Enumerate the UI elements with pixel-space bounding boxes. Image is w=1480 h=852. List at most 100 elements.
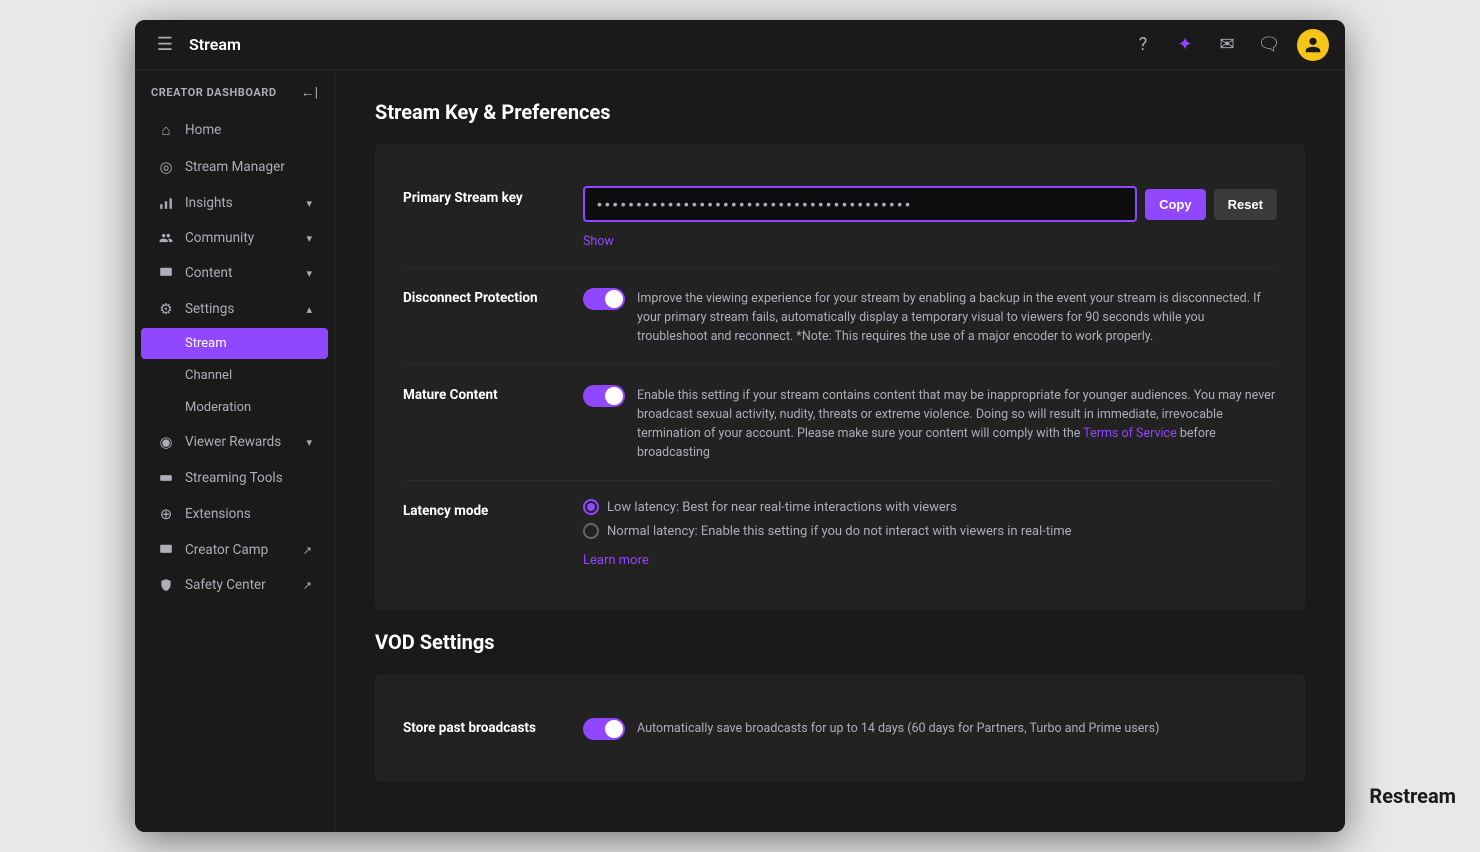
- community-icon: [157, 231, 175, 245]
- sidebar-item-label-viewer-rewards: Viewer Rewards: [185, 434, 281, 450]
- sidebar-item-content[interactable]: Content ▾: [141, 256, 328, 290]
- sidebar-subitem-label-channel: Channel: [185, 368, 232, 383]
- sidebar-item-label-settings: Settings: [185, 301, 234, 317]
- latency-mode-content: Low latency: Best for near real-time int…: [583, 499, 1277, 568]
- sidebar-item-label-insights: Insights: [185, 195, 233, 211]
- sidebar-subitem-label-stream: Stream: [185, 336, 227, 351]
- disconnect-protection-content: Improve the viewing experience for your …: [583, 286, 1277, 346]
- latency-mode-label: Latency mode: [403, 499, 583, 519]
- help-icon[interactable]: ?: [1129, 31, 1157, 59]
- sidebar-item-label-streaming-tools: Streaming Tools: [185, 470, 283, 486]
- menu-icon[interactable]: ☰: [151, 31, 179, 59]
- main-content: Stream Key & Preferences Primary Stream …: [335, 70, 1345, 832]
- extensions-icon: ⊕: [157, 505, 175, 523]
- sidebar-item-streaming-tools[interactable]: Streaming Tools: [141, 461, 328, 495]
- sidebar-item-label-creator-camp: Creator Camp: [185, 542, 268, 558]
- title-bar-right: ? ✦ ✉ 🗨: [1129, 29, 1329, 61]
- stream-key-input-row: Copy Reset: [583, 186, 1277, 222]
- vod-toggle-row: Automatically save broadcasts for up to …: [583, 716, 1277, 740]
- disconnect-protection-row: Disconnect Protection Improve the viewin…: [403, 268, 1277, 365]
- stream-key-card: Primary Stream key Copy Reset Show Disco…: [375, 144, 1305, 610]
- app-window: ☰ Stream ? ✦ ✉ 🗨 Creator Dashboard ←| ⌂ …: [135, 20, 1345, 832]
- content-icon: [157, 266, 175, 280]
- sidebar-item-creator-camp[interactable]: Creator Camp ↗: [141, 533, 328, 567]
- disconnect-protection-desc: Improve the viewing experience for your …: [637, 290, 1277, 346]
- title-bar: ☰ Stream ? ✦ ✉ 🗨: [135, 20, 1345, 70]
- title-bar-left: ☰ Stream: [151, 31, 1129, 59]
- vod-store-row: Store past broadcasts Automatically save…: [403, 698, 1277, 758]
- disconnect-protection-toggle[interactable]: [583, 288, 625, 310]
- sidebar-header: Creator Dashboard ←|: [135, 70, 334, 111]
- vod-store-toggle[interactable]: [583, 718, 625, 740]
- mail-icon[interactable]: ✉: [1213, 31, 1241, 59]
- mature-content-row: Mature Content Enable this setting if yo…: [403, 365, 1277, 481]
- latency-low-label: Low latency: Best for near real-time int…: [607, 500, 957, 515]
- streaming-tools-icon: [157, 471, 175, 485]
- safety-center-icon: [157, 578, 175, 592]
- star-icon[interactable]: ✦: [1171, 31, 1199, 59]
- latency-option-normal[interactable]: Normal latency: Enable this setting if y…: [583, 523, 1277, 539]
- vod-section-title: VOD Settings: [375, 630, 1305, 654]
- sidebar-subitem-stream[interactable]: Stream: [141, 328, 328, 359]
- sidebar-item-label-home: Home: [185, 122, 221, 138]
- learn-more-link[interactable]: Learn more: [583, 553, 649, 568]
- external-link-icon: ↗: [303, 544, 312, 557]
- stream-key-row: Primary Stream key Copy Reset Show: [403, 168, 1277, 268]
- notification-icon[interactable]: 🗨: [1255, 31, 1283, 59]
- chevron-down-icon: ▾: [306, 436, 312, 449]
- vod-card: Store past broadcasts Automatically save…: [375, 674, 1305, 782]
- creator-camp-icon: [157, 543, 175, 557]
- restream-watermark: Restream: [1369, 784, 1456, 808]
- page-title: Stream Key & Preferences: [375, 100, 1305, 124]
- sidebar-item-label-stream-manager: Stream Manager: [185, 159, 285, 175]
- latency-normal-label: Normal latency: Enable this setting if y…: [607, 524, 1072, 539]
- copy-button[interactable]: Copy: [1145, 189, 1206, 220]
- reset-button[interactable]: Reset: [1214, 189, 1277, 220]
- sidebar-item-label-content: Content: [185, 265, 232, 281]
- sidebar: Creator Dashboard ←| ⌂ Home ◎ Stream Man…: [135, 70, 335, 832]
- disconnect-toggle-row: Improve the viewing experience for your …: [583, 286, 1277, 346]
- sidebar-item-viewer-rewards[interactable]: ◉ Viewer Rewards ▾: [141, 424, 328, 460]
- sidebar-item-stream-manager[interactable]: ◎ Stream Manager: [141, 149, 328, 185]
- viewer-rewards-icon: ◉: [157, 433, 175, 451]
- sidebar-subitem-channel[interactable]: Channel: [141, 360, 328, 391]
- mature-content-toggle[interactable]: [583, 385, 625, 407]
- stream-key-label: Primary Stream key: [403, 186, 583, 206]
- sidebar-item-label-community: Community: [185, 230, 254, 246]
- vod-store-desc: Automatically save broadcasts for up to …: [637, 720, 1159, 739]
- mature-content-desc: Enable this setting if your stream conta…: [637, 387, 1277, 462]
- chevron-down-icon: ▾: [306, 197, 312, 210]
- radio-normal-latency[interactable]: [583, 523, 599, 539]
- mature-content-content: Enable this setting if your stream conta…: [583, 383, 1277, 462]
- mature-content-label: Mature Content: [403, 383, 583, 403]
- sidebar-item-home[interactable]: ⌂ Home: [141, 112, 328, 148]
- stream-manager-icon: ◎: [157, 158, 175, 176]
- sidebar-item-settings[interactable]: ⚙ Settings ▴: [141, 291, 328, 327]
- sidebar-subitem-moderation[interactable]: Moderation: [141, 392, 328, 423]
- stream-key-content: Copy Reset Show: [583, 186, 1277, 249]
- tos-link[interactable]: Terms of Service: [1083, 426, 1176, 441]
- home-icon: ⌂: [157, 121, 175, 139]
- external-link-icon: ↗: [303, 579, 312, 592]
- chevron-down-icon: ▾: [306, 232, 312, 245]
- sidebar-header-label: Creator Dashboard: [151, 86, 277, 99]
- sidebar-item-label-extensions: Extensions: [185, 506, 251, 522]
- chevron-down-icon: ▾: [306, 267, 312, 280]
- avatar[interactable]: [1297, 29, 1329, 61]
- sidebar-item-community[interactable]: Community ▾: [141, 221, 328, 255]
- latency-option-low[interactable]: Low latency: Best for near real-time int…: [583, 499, 1277, 515]
- vod-store-content: Automatically save broadcasts for up to …: [583, 716, 1277, 740]
- sidebar-item-safety-center[interactable]: Safety Center ↗: [141, 568, 328, 602]
- vod-store-label: Store past broadcasts: [403, 716, 583, 736]
- chevron-up-icon: ▴: [306, 303, 312, 316]
- sidebar-item-label-safety-center: Safety Center: [185, 577, 266, 593]
- collapse-sidebar-icon[interactable]: ←|: [301, 84, 318, 101]
- sidebar-item-extensions[interactable]: ⊕ Extensions: [141, 496, 328, 532]
- radio-low-latency[interactable]: [583, 499, 599, 515]
- show-key-link[interactable]: Show: [583, 234, 614, 249]
- settings-icon: ⚙: [157, 300, 175, 318]
- mature-content-toggle-row: Enable this setting if your stream conta…: [583, 383, 1277, 462]
- insights-icon: [157, 196, 175, 210]
- stream-key-input[interactable]: [583, 186, 1137, 222]
- sidebar-item-insights[interactable]: Insights ▾: [141, 186, 328, 220]
